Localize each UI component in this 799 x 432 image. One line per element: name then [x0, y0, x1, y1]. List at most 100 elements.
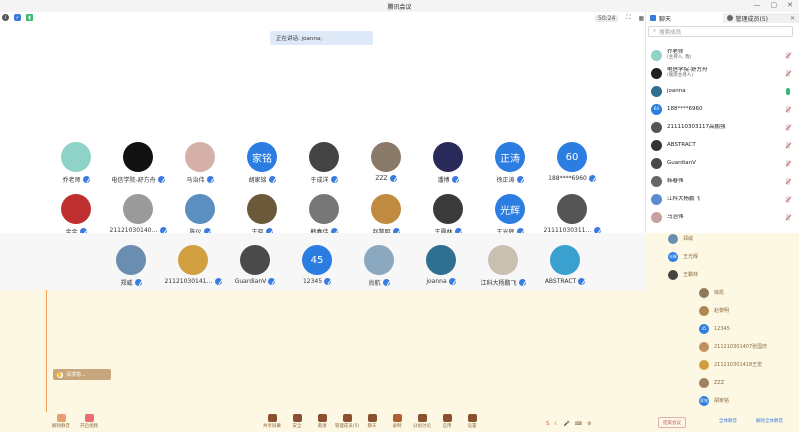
participant-avatar — [433, 194, 463, 224]
member-mic-icon[interactable] — [786, 70, 790, 77]
end-meeting-button[interactable]: 结束会议 — [658, 417, 686, 428]
toolbar-button[interactable]: 邀请 — [309, 412, 335, 432]
info-icon[interactable]: i — [2, 14, 9, 21]
member-row[interactable]: 光辉 王光辉 — [668, 249, 788, 264]
participant-name: 江科大杨鹏飞 — [480, 280, 517, 287]
search-placeholder: 搜索成员 — [659, 29, 682, 36]
toolbar-button[interactable]: 设置 — [459, 412, 485, 432]
toolbar-label: 聊天 — [367, 424, 377, 429]
keyboard-icon[interactable]: ⌨ — [575, 421, 582, 427]
participant-tile[interactable]: 乔老师 — [46, 142, 106, 192]
shield-icon[interactable]: ✓ — [14, 14, 21, 21]
layout-icon[interactable]: ▦ — [639, 15, 645, 22]
member-mic-icon[interactable] — [786, 88, 790, 95]
member-row[interactable]: joanna — [651, 83, 796, 99]
member-row[interactable]: ABSTRACT — [651, 137, 796, 153]
member-row[interactable]: 韩春伟 — [651, 173, 796, 189]
member-row[interactable]: 王霸林 — [668, 267, 788, 282]
member-row[interactable]: 211210301418王宏 — [699, 357, 799, 372]
maximize-icon[interactable]: ▢ — [771, 1, 778, 9]
member-row[interactable]: 赵黎明 — [699, 303, 799, 318]
member-mic-icon[interactable] — [786, 106, 790, 113]
toolbar-button[interactable]: 安全 — [284, 412, 310, 432]
participant-tile[interactable]: 家铭 胡家铭 — [232, 142, 292, 192]
mic-icon — [206, 176, 214, 183]
fullscreen-icon[interactable]: ⛶ — [626, 14, 630, 22]
panel-close-icon[interactable]: ✕ — [790, 15, 795, 22]
close-icon[interactable]: ✕ — [787, 1, 793, 9]
toolbar-button[interactable]: 管理成员(5) — [334, 412, 360, 432]
participant-tile[interactable]: ZZZ — [356, 142, 416, 192]
member-row[interactable]: 60 188****6960 — [651, 101, 796, 117]
toolbar-label: 共享屏幕 — [263, 424, 281, 429]
overlay-region — [0, 290, 645, 415]
member-mic-icon[interactable] — [786, 160, 790, 167]
participant-tile[interactable]: GuardianV — [225, 245, 285, 295]
participant-tile[interactable]: 马治伟 — [170, 142, 230, 192]
member-name: 赵黎明 — [714, 308, 730, 314]
member-row[interactable]: 45 12345 — [699, 321, 799, 336]
participant-tile[interactable]: 尚航 — [349, 245, 409, 295]
member-mic-icon[interactable] — [786, 196, 790, 203]
minimize-icon[interactable]: — — [754, 1, 761, 9]
toolbar-button[interactable]: 录制 — [384, 412, 410, 432]
member-name-block: 马治伟 — [667, 214, 777, 220]
member-name-block: 188****6960 — [667, 106, 777, 112]
member-row[interactable]: 郑威 — [668, 231, 788, 246]
participant-tile[interactable]: 60 188****6960 — [542, 142, 602, 192]
member-avatar — [699, 377, 709, 388]
tab-members[interactable]: 管理成员(5) ✕ — [722, 13, 799, 23]
participant-tile[interactable]: 于成洋 — [294, 142, 354, 192]
mute-all-button[interactable]: 全体静音 — [719, 418, 737, 424]
member-mic-icon[interactable] — [786, 214, 790, 221]
participant-tile[interactable]: 江科大杨鹏飞 — [473, 245, 533, 295]
participant-name: 郑威 — [120, 280, 133, 287]
tab-chat[interactable]: 聊天 — [646, 13, 723, 23]
member-search-input[interactable]: ⌕ 搜索成员 — [648, 26, 793, 37]
toolbar-button[interactable]: 分组讨论 — [409, 412, 435, 432]
sogou-icon[interactable]: S — [546, 421, 549, 427]
toolbar-button[interactable]: 开启视频 — [76, 412, 102, 432]
member-row[interactable]: 徐凯 — [699, 285, 799, 300]
mic-icon — [518, 279, 526, 286]
member-row[interactable]: 家铭 胡家铭 — [699, 393, 799, 408]
member-name: 211110303117高鹏强 — [667, 124, 726, 130]
member-mic-icon[interactable] — [786, 52, 790, 59]
toolbar-label: 分组讨论 — [413, 424, 431, 429]
member-name: GuardianV — [667, 160, 696, 166]
participant-tile[interactable]: 211210301418… — [163, 245, 223, 295]
mic-status-icon[interactable]: 🎤 — [564, 421, 570, 427]
participant-avatar — [116, 245, 146, 275]
member-row[interactable]: 211110303117高鹏强 — [651, 119, 796, 135]
member-row[interactable]: 江科大杨鹏飞 — [651, 191, 796, 207]
member-row[interactable]: 电信学院-舒方舟 (联席主持人) — [651, 65, 796, 81]
toolbar-button[interactable]: 聊天 — [359, 412, 385, 432]
member-row[interactable]: GuardianV — [651, 155, 796, 171]
toolbar-button[interactable]: 应用 — [434, 412, 460, 432]
unmute-all-button[interactable]: 解除全体静音 — [756, 418, 783, 424]
request-chip[interactable]: ✋ 请求协... — [53, 369, 111, 380]
member-mic-icon[interactable] — [786, 178, 790, 185]
participant-tile[interactable]: joanna — [411, 245, 471, 295]
member-avatar: 家铭 — [699, 395, 709, 406]
signal-icon[interactable]: ▮ — [26, 14, 33, 21]
member-row[interactable]: 马治伟 — [651, 209, 796, 225]
participant-tile[interactable]: 郑威 — [101, 245, 161, 295]
member-mic-icon[interactable] — [786, 142, 790, 149]
member-row[interactable]: 乔老师 (主持人, 我) — [651, 47, 796, 63]
toolbar-button[interactable]: 解除静音 — [48, 412, 74, 432]
toolbar-button[interactable]: 共享屏幕 — [259, 412, 285, 432]
member-avatar — [668, 269, 678, 280]
participant-tile[interactable]: 潘博 — [418, 142, 478, 192]
participant-tile[interactable]: 电信学院-舒方舟 — [108, 142, 168, 192]
member-mic-icon[interactable] — [786, 124, 790, 131]
participant-tile[interactable]: ABSTRACT — [535, 245, 595, 295]
mic-icon — [330, 176, 338, 183]
member-row[interactable]: 211210301407张国庆 — [699, 339, 799, 354]
participant-tile[interactable]: 正涛 徐正涛 — [480, 142, 540, 192]
participant-tile[interactable]: 45 12345 — [287, 245, 347, 295]
settings-icon[interactable]: ⚙ — [587, 421, 591, 427]
toolbar-label: 安全 — [292, 424, 302, 429]
member-row[interactable]: ZZZ — [699, 375, 799, 390]
moon-icon[interactable]: ☾ — [554, 421, 558, 427]
